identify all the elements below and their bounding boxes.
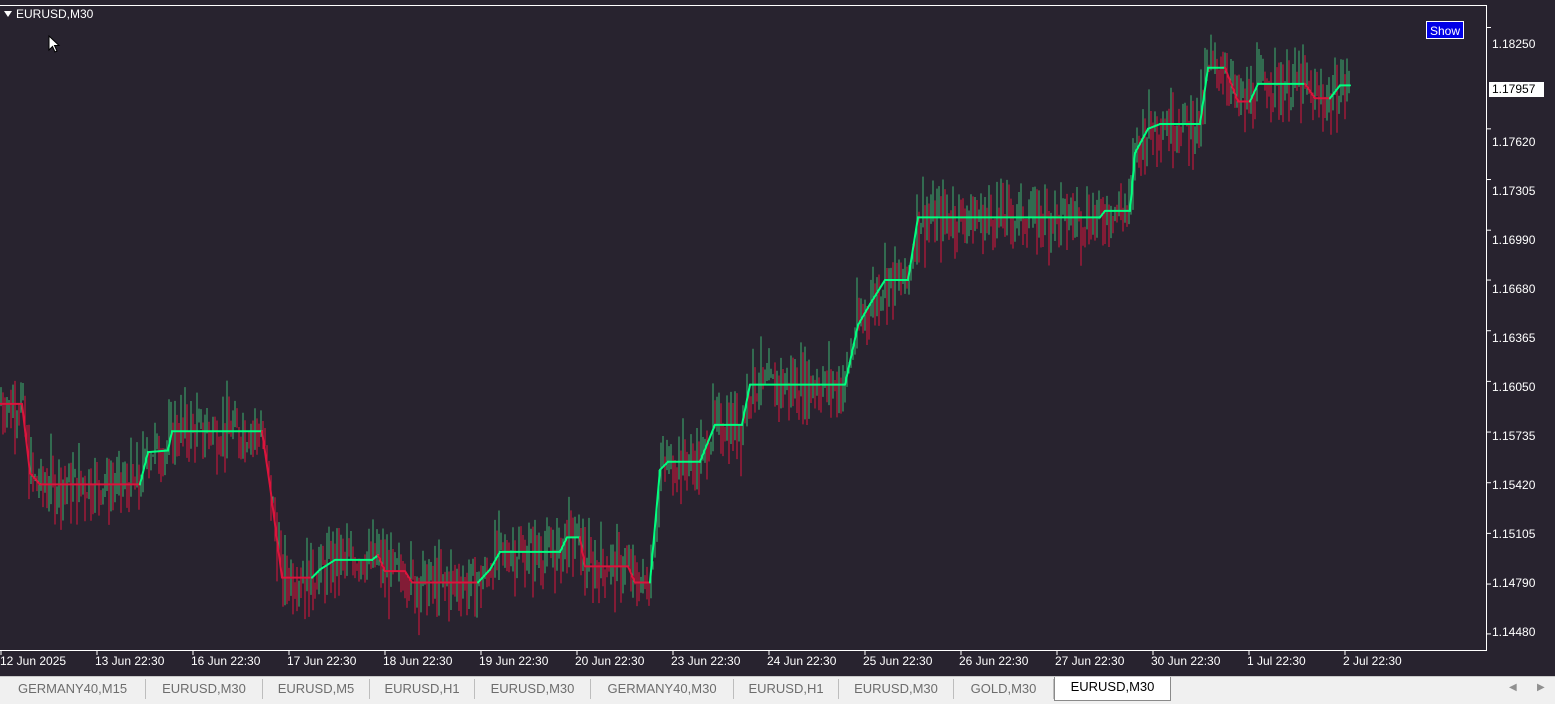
chart-window[interactable]: EURUSD,M30 Show 1.18250 1.17620 1.17305 … [0, 0, 1555, 676]
time-label: 12 Jun 2025 [0, 654, 67, 668]
time-label: 19 Jun 22:30 [479, 654, 549, 668]
chart-menu-triangle-icon[interactable] [4, 11, 12, 17]
tab-eurusd-m30[interactable]: EURUSD,M30 [839, 679, 954, 699]
price-label: 1.16680 [1492, 282, 1536, 296]
show-button[interactable]: Show [1426, 21, 1464, 39]
time-label: 13 Jun 22:30 [95, 654, 165, 668]
tabs-scroll-right-icon[interactable]: ▶ [1537, 682, 1545, 693]
price-label: 1.15735 [1492, 429, 1536, 443]
tab-eurusd-h1[interactable]: EURUSD,H1 [370, 679, 475, 699]
time-label: 23 Jun 22:30 [671, 654, 741, 668]
tab-eurusd-m30[interactable]: EURUSD,M30 [146, 679, 263, 699]
price-label: 1.14480 [1492, 625, 1536, 639]
tab-eurusd-m30-active[interactable]: EURUSD,M30 [1054, 677, 1171, 701]
price-label: 1.15105 [1492, 527, 1536, 541]
time-label: 16 Jun 22:30 [191, 654, 261, 668]
price-ticks [1487, 27, 1491, 635]
price-label: 1.14790 [1492, 576, 1536, 590]
time-label: 18 Jun 22:30 [383, 654, 453, 668]
price-label: 1.17305 [1492, 184, 1536, 198]
chart-tab-bar: GERMANY40,M15 EURUSD,M30 EURUSD,M5 EURUS… [0, 676, 1555, 704]
time-label: 2 Jul 22:30 [1343, 654, 1402, 668]
trend-line-segment [857, 303, 871, 327]
tab-eurusd-m30[interactable]: EURUSD,M30 [475, 679, 591, 699]
tab-germany40-m15[interactable]: GERMANY40,M15 [0, 679, 146, 699]
price-chart[interactable] [0, 0, 1555, 676]
chart-title[interactable]: EURUSD,M30 [4, 7, 93, 21]
price-label: 1.17620 [1492, 135, 1536, 149]
trend-line-segment [1147, 123, 1161, 130]
tabs-scroll-left-icon[interactable]: ◀ [1509, 682, 1517, 693]
time-label: 20 Jun 22:30 [575, 654, 645, 668]
time-label: 30 Jun 22:30 [1151, 654, 1221, 668]
tab-gold-m30[interactable]: GOLD,M30 [954, 679, 1054, 699]
price-label: 1.15420 [1492, 478, 1536, 492]
trend-line-segment [261, 430, 271, 487]
mouse-cursor-icon [48, 35, 61, 53]
chart-symbol-label: EURUSD,M30 [16, 7, 94, 21]
trend-line-segment [477, 568, 491, 584]
time-label: 17 Jun 22:30 [287, 654, 357, 668]
price-label: 1.18250 [1492, 37, 1536, 51]
price-label: 1.16050 [1492, 380, 1536, 394]
time-label: 27 Jun 22:30 [1055, 654, 1125, 668]
time-label: 26 Jun 22:30 [959, 654, 1029, 668]
time-label: 1 Jul 22:30 [1247, 654, 1306, 668]
candles-layer [0, 34, 1350, 636]
time-label: 25 Jun 22:30 [863, 654, 933, 668]
tab-eurusd-m5[interactable]: EURUSD,M5 [263, 679, 370, 699]
current-price-label: 1.17957 [1489, 82, 1544, 97]
time-label: 24 Jun 22:30 [767, 654, 837, 668]
price-label: 1.16365 [1492, 331, 1536, 345]
trend-line-segment [269, 484, 283, 579]
tab-eurusd-h1[interactable]: EURUSD,H1 [734, 679, 839, 699]
price-label: 1.16990 [1492, 233, 1536, 247]
tab-germany40-m30[interactable]: GERMANY40,M30 [591, 679, 734, 699]
